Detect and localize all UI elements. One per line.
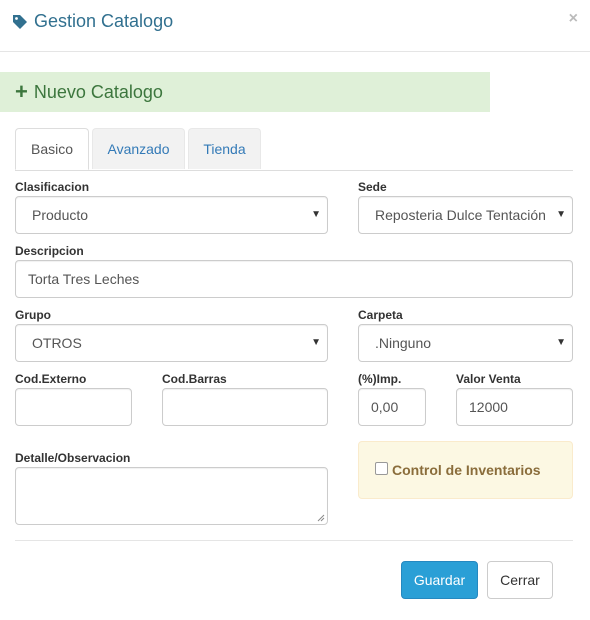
resize-handle-icon[interactable] (317, 514, 325, 522)
close-icon[interactable]: × (569, 10, 578, 28)
caret-down-icon: ▼ (311, 337, 321, 348)
tab-basico[interactable]: Basico (15, 128, 89, 170)
cod-externo-label: Cod.Externo (15, 372, 87, 386)
caret-down-icon: ▼ (556, 337, 566, 348)
grupo-select[interactable]: OTROS ▼ (15, 324, 328, 362)
save-button[interactable]: Guardar (401, 561, 478, 599)
cod-externo-input[interactable] (15, 388, 132, 426)
tab-bar: Basico Avanzado Tienda (15, 128, 573, 171)
clasificacion-value: Producto (32, 207, 89, 223)
caret-down-icon: ▼ (311, 209, 321, 220)
detalle-label: Detalle/Observacion (15, 451, 131, 465)
carpeta-select[interactable]: .Ninguno ▼ (358, 324, 573, 362)
grupo-value: OTROS (32, 335, 82, 351)
footer-divider (15, 540, 573, 541)
tab-tienda[interactable]: Tienda (188, 128, 261, 169)
detalle-textarea[interactable] (15, 467, 328, 525)
new-catalog-banner: + Nuevo Catalogo (0, 72, 490, 112)
imp-label: (%)Imp. (358, 372, 402, 386)
tag-icon (13, 14, 27, 29)
caret-down-icon: ▼ (553, 209, 566, 220)
tab-avanzado[interactable]: Avanzado (92, 128, 185, 169)
cod-barras-label: Cod.Barras (162, 372, 227, 386)
modal-title-text: Gestion Catalogo (34, 11, 174, 31)
cod-barras-input[interactable] (162, 388, 328, 426)
valor-venta-label: Valor Venta (456, 372, 521, 386)
carpeta-value: .Ninguno (375, 335, 432, 351)
valor-venta-input[interactable]: 12000 (456, 388, 573, 426)
descripcion-label: Descripcion (15, 244, 84, 258)
modal-header: Gestion Catalogo × (0, 0, 590, 52)
sede-label: Sede (358, 180, 387, 194)
clasificacion-select[interactable]: Producto ▼ (15, 196, 328, 234)
plus-icon: + (15, 79, 28, 104)
clasificacion-label: Clasificacion (15, 180, 90, 194)
sede-value: Reposteria Dulce Tentación (375, 207, 546, 223)
descripcion-value: Torta Tres Leches (28, 271, 140, 287)
modal-title: Gestion Catalogo (12, 11, 173, 32)
sede-select[interactable]: Reposteria Dulce Tentación ▼ (358, 196, 573, 234)
descripcion-input[interactable]: Torta Tres Leches (15, 260, 573, 298)
cancel-button[interactable]: Cerrar (487, 561, 553, 599)
valor-venta-value: 12000 (469, 399, 508, 415)
control-inventarios-panel: Control de Inventarios (358, 441, 573, 499)
imp-value: 0,00 (371, 399, 399, 415)
banner-text: Nuevo Catalogo (33, 81, 163, 102)
carpeta-label: Carpeta (358, 308, 403, 322)
grupo-label: Grupo (15, 308, 51, 322)
imp-input[interactable]: 0,00 (358, 388, 426, 426)
control-inventarios-checkbox[interactable] (375, 462, 388, 475)
control-inventarios-label[interactable]: Control de Inventarios (392, 462, 541, 478)
